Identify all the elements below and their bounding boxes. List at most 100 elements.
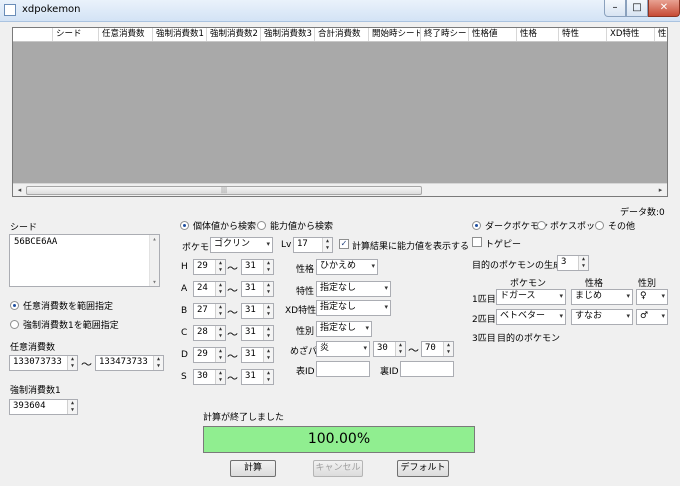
spin-buttons[interactable]: ▲ ▼ xyxy=(215,282,225,296)
spin-up-icon[interactable]: ▲ xyxy=(444,342,453,349)
default-button[interactable]: デフォルト xyxy=(397,460,449,477)
spin-buttons[interactable]: ▲ ▼ xyxy=(263,304,273,318)
iv-max-input[interactable]: 31 ▲ ▼ xyxy=(241,259,274,275)
spin-up-icon[interactable]: ▲ xyxy=(216,260,225,267)
chevron-down-icon[interactable]: ▾ xyxy=(371,260,375,273)
grid-column-header[interactable]: シード xyxy=(53,28,99,41)
level-input[interactable]: 17 ▲ ▼ xyxy=(293,237,333,253)
spin-down-icon[interactable]: ▼ xyxy=(216,355,225,362)
spin-buttons[interactable]: ▲ ▼ xyxy=(263,260,273,274)
spin-down-icon[interactable]: ▼ xyxy=(216,311,225,318)
forced-consume1-input[interactable]: 393604 ▲ ▼ xyxy=(9,399,78,415)
grid-column-header[interactable]: 性格 xyxy=(517,28,559,41)
chevron-down-icon[interactable]: ▾ xyxy=(626,290,630,303)
range-forced1-radio[interactable] xyxy=(10,320,19,329)
spin-down-icon[interactable]: ▼ xyxy=(444,349,453,356)
spin-down-icon[interactable]: ▼ xyxy=(216,377,225,384)
iv-min-input[interactable]: 29 ▲ ▼ xyxy=(193,347,226,363)
spin-down-icon[interactable]: ▼ xyxy=(68,363,77,370)
pokespot-radio[interactable] xyxy=(537,221,546,230)
scroll-down-icon[interactable]: ▾ xyxy=(150,278,159,286)
spin-down-icon[interactable]: ▼ xyxy=(216,267,225,274)
chevron-down-icon[interactable]: ▾ xyxy=(365,322,369,335)
iv-max-input[interactable]: 31 ▲ ▼ xyxy=(241,369,274,385)
party-pokemon-combo[interactable]: ドガース ▾ xyxy=(496,289,566,305)
grid-column-header[interactable]: 強制消費数2 xyxy=(207,28,261,41)
spin-down-icon[interactable]: ▼ xyxy=(264,333,273,340)
optional-consume-from[interactable]: 133073733 ▲ ▼ xyxy=(9,355,78,371)
grid-horizontal-scrollbar[interactable]: ◂ ||| ▸ xyxy=(13,183,667,196)
spin-up-icon[interactable]: ▲ xyxy=(216,304,225,311)
spin-down-icon[interactable]: ▼ xyxy=(216,289,225,296)
spin-down-icon[interactable]: ▼ xyxy=(264,311,273,318)
dark-pokemon-radio[interactable] xyxy=(472,221,481,230)
show-stats-checkbox[interactable]: ✓ xyxy=(339,239,349,249)
grid-column-header[interactable]: XD特性 xyxy=(607,28,655,41)
iv-min-input[interactable]: 27 ▲ ▼ xyxy=(193,303,226,319)
scroll-right-icon[interactable]: ▸ xyxy=(655,185,666,196)
grid-column-header[interactable]: 性格値 xyxy=(469,28,517,41)
spin-buttons[interactable]: ▲ ▼ xyxy=(153,356,163,370)
pokemon-combo[interactable]: ゴクリン ▾ xyxy=(210,237,273,253)
party-gender-combo[interactable]: ♂ ▾ xyxy=(636,309,668,325)
spin-up-icon[interactable]: ▲ xyxy=(579,256,588,263)
spin-buttons[interactable]: ▲ ▼ xyxy=(67,356,77,370)
grid-column-header[interactable]: 合計消費数 xyxy=(315,28,369,41)
spin-buttons[interactable]: ▲ ▼ xyxy=(263,326,273,340)
spin-up-icon[interactable]: ▲ xyxy=(264,282,273,289)
range-optional-radio[interactable] xyxy=(10,301,19,310)
chevron-down-icon[interactable]: ▾ xyxy=(661,290,665,303)
close-button[interactable]: ✕ xyxy=(648,0,680,17)
hidden-power-max-input[interactable]: 70 ▲ ▼ xyxy=(421,341,454,357)
spin-up-icon[interactable]: ▲ xyxy=(264,326,273,333)
spin-up-icon[interactable]: ▲ xyxy=(264,304,273,311)
grid-column-header[interactable]: 終了時シード xyxy=(421,28,469,41)
spin-buttons[interactable]: ▲ ▼ xyxy=(322,238,332,252)
spin-buttons[interactable]: ▲ ▼ xyxy=(215,370,225,384)
optional-consume-to[interactable]: 133473733 ▲ ▼ xyxy=(95,355,164,371)
grid-column-header[interactable]: 強制消費数3 xyxy=(261,28,315,41)
spin-up-icon[interactable]: ▲ xyxy=(396,342,405,349)
party-nature-combo[interactable]: まじめ ▾ xyxy=(571,289,633,305)
gen-order-input[interactable]: 3 ▲ ▼ xyxy=(557,255,589,271)
seed-textarea[interactable]: 56BCE6AA ▴ ▾ xyxy=(9,234,160,287)
chevron-down-icon[interactable]: ▾ xyxy=(266,238,270,251)
grid-column-header[interactable]: 性 xyxy=(655,28,667,41)
iv-min-input[interactable]: 29 ▲ ▼ xyxy=(193,259,226,275)
iv-min-input[interactable]: 30 ▲ ▼ xyxy=(193,369,226,385)
grid-column-header[interactable]: 強制消費数1 xyxy=(153,28,207,41)
spin-buttons[interactable]: ▲ ▼ xyxy=(263,282,273,296)
hidden-power-min-input[interactable]: 30 ▲ ▼ xyxy=(373,341,406,357)
chevron-down-icon[interactable]: ▾ xyxy=(363,342,367,355)
iv-max-input[interactable]: 31 ▲ ▼ xyxy=(241,303,274,319)
minimize-button[interactable]: – xyxy=(604,0,626,17)
spin-up-icon[interactable]: ▲ xyxy=(264,348,273,355)
tid-input[interactable] xyxy=(316,361,370,377)
scroll-up-icon[interactable]: ▴ xyxy=(150,235,159,243)
chevron-down-icon[interactable]: ▾ xyxy=(384,301,388,314)
spin-down-icon[interactable]: ▼ xyxy=(264,289,273,296)
grid-column-header[interactable]: 開始時シード xyxy=(369,28,421,41)
spin-up-icon[interactable]: ▲ xyxy=(68,400,77,407)
gender-combo[interactable]: 指定なし ▾ xyxy=(316,321,372,337)
spin-down-icon[interactable]: ▼ xyxy=(154,363,163,370)
iv-max-input[interactable]: 31 ▲ ▼ xyxy=(241,347,274,363)
spin-down-icon[interactable]: ▼ xyxy=(264,355,273,362)
chevron-down-icon[interactable]: ▾ xyxy=(626,310,630,323)
spin-buttons[interactable]: ▲ ▼ xyxy=(395,342,405,356)
spin-up-icon[interactable]: ▲ xyxy=(216,370,225,377)
spin-up-icon[interactable]: ▲ xyxy=(154,356,163,363)
iv-min-input[interactable]: 28 ▲ ▼ xyxy=(193,325,226,341)
ability-combo[interactable]: 指定なし ▾ xyxy=(316,281,391,297)
hidden-power-type-combo[interactable]: 炎 ▾ xyxy=(316,341,370,357)
spin-up-icon[interactable]: ▲ xyxy=(264,370,273,377)
chevron-down-icon[interactable]: ▾ xyxy=(559,290,563,303)
maximize-button[interactable]: □ xyxy=(626,0,648,17)
spin-down-icon[interactable]: ▼ xyxy=(396,349,405,356)
spin-down-icon[interactable]: ▼ xyxy=(579,263,588,270)
spin-buttons[interactable]: ▲ ▼ xyxy=(263,348,273,362)
other-radio[interactable] xyxy=(595,221,604,230)
spin-up-icon[interactable]: ▲ xyxy=(216,348,225,355)
spin-up-icon[interactable]: ▲ xyxy=(264,260,273,267)
spin-up-icon[interactable]: ▲ xyxy=(216,282,225,289)
